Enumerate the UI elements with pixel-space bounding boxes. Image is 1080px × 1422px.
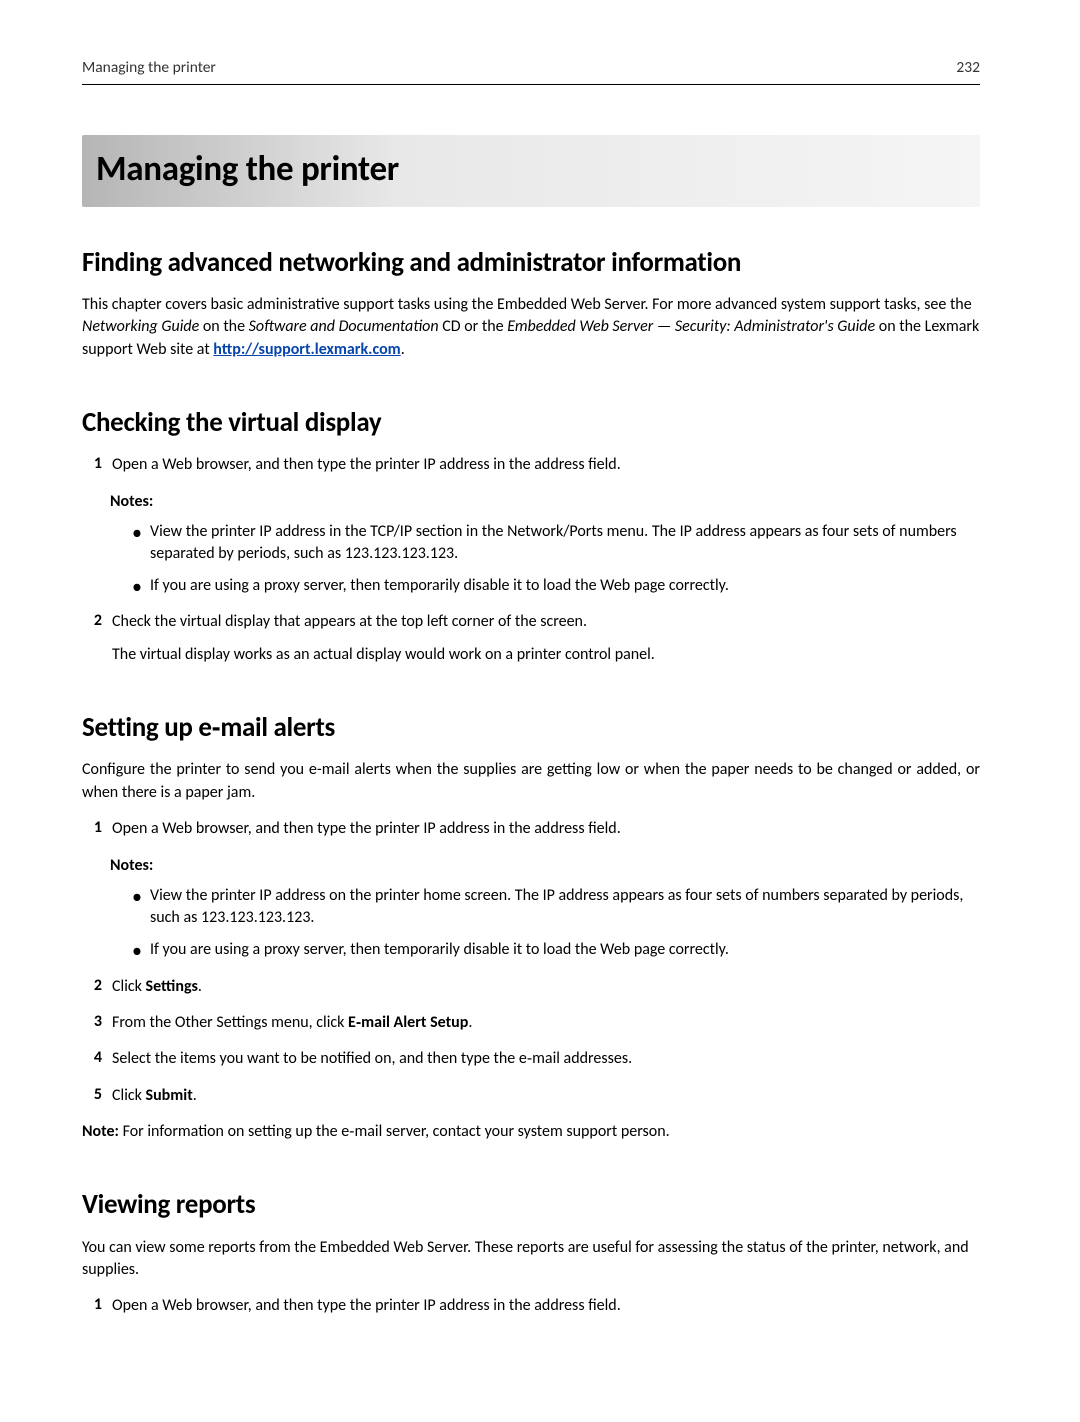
step-number: 3 (88, 1012, 112, 1034)
list-item: 1 Open a Web browser, and then type the … (82, 454, 980, 476)
step-body: From the Other Settings menu, click E‑ma… (112, 1012, 980, 1034)
note-item: If you are using a proxy server, then te… (132, 575, 980, 597)
heading-virtual-display: Checking the virtual display (82, 405, 980, 440)
heading-viewing-reports: Viewing reports (82, 1187, 980, 1222)
note-item: View the printer IP address in the TCP/I… (132, 521, 980, 565)
step-body: Click Settings. (112, 976, 980, 998)
step-body: Open a Web browser, and then type the pr… (112, 1295, 980, 1317)
step-body: Open a Web browser, and then type the pr… (112, 454, 980, 476)
final-note: Note: For information on setting up the … (82, 1121, 980, 1143)
list-item: 2 Check the virtual display that appears… (82, 611, 980, 666)
step-body: Check the virtual display that appears a… (112, 611, 980, 666)
section-viewing-reports: Viewing reports You can view some report… (82, 1187, 980, 1317)
step-number: 5 (88, 1085, 112, 1107)
paragraph: You can view some reports from the Embed… (82, 1237, 980, 1282)
notes-label: Notes: (110, 856, 980, 877)
step-number: 2 (88, 611, 112, 666)
list-item: 2 Click Settings. (82, 976, 980, 998)
paragraph: Configure the printer to send you e-mail… (82, 759, 980, 804)
section-advanced-networking: Finding advanced networking and administ… (82, 245, 980, 361)
section-email-alerts: Setting up e‑mail alerts Configure the p… (82, 710, 980, 1143)
notes-label: Notes: (110, 492, 980, 513)
step-body: Select the items you want to be notified… (112, 1048, 980, 1070)
step-body: Click Submit. (112, 1085, 980, 1107)
note-item: View the printer IP address on the print… (132, 885, 980, 929)
page-header: Managing the printer 232 (82, 58, 980, 85)
page-title: Managing the printer (82, 135, 980, 207)
paragraph: This chapter covers basic administrative… (82, 294, 980, 361)
note-item: If you are using a proxy server, then te… (132, 939, 980, 961)
step-body: Open a Web browser, and then type the pr… (112, 818, 980, 840)
support-link[interactable]: http://support.lexmark.com (213, 340, 400, 359)
section-virtual-display: Checking the virtual display 1 Open a We… (82, 405, 980, 666)
list-item: 1 Open a Web browser, and then type the … (82, 1295, 980, 1317)
step-number: 2 (88, 976, 112, 998)
list-item: 4 Select the items you want to be notifi… (82, 1048, 980, 1070)
header-title: Managing the printer (82, 58, 216, 78)
list-item: 1 Open a Web browser, and then type the … (82, 818, 980, 840)
heading-email-alerts: Setting up e‑mail alerts (82, 710, 980, 745)
notes-list: View the printer IP address in the TCP/I… (132, 521, 980, 597)
list-item: 5 Click Submit. (82, 1085, 980, 1107)
header-page-number: 232 (956, 58, 980, 78)
step-number: 1 (88, 454, 112, 476)
step-number: 1 (88, 1295, 112, 1317)
step-number: 1 (88, 818, 112, 840)
step-number: 4 (88, 1048, 112, 1070)
notes-list: View the printer IP address on the print… (132, 885, 980, 961)
list-item: 3 From the Other Settings menu, click E‑… (82, 1012, 980, 1034)
heading-advanced-networking: Finding advanced networking and administ… (82, 245, 980, 280)
